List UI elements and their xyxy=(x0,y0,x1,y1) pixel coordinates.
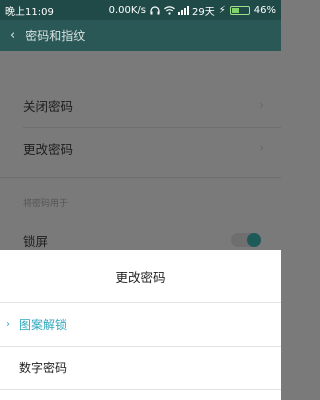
wifi-icon xyxy=(164,5,175,15)
divider xyxy=(0,177,281,178)
chevron-right-icon: › xyxy=(259,141,264,155)
divider xyxy=(0,302,281,303)
battery-icon xyxy=(229,5,250,15)
divider xyxy=(23,127,281,128)
option-label: 图案解锁 xyxy=(19,317,68,332)
bottom-sheet: 更改密码 › 图案解锁 数字密码 xyxy=(0,250,281,400)
headphone-icon xyxy=(150,5,160,15)
settings-item-label: 关闭密码 xyxy=(23,98,74,114)
battery-percent: 46% xyxy=(253,4,276,16)
signal-icon xyxy=(178,5,189,15)
chevron-right-icon: › xyxy=(259,98,264,112)
settings-item-label: 更改密码 xyxy=(23,141,74,157)
settings-item-label: 锁屏 xyxy=(23,233,49,249)
status-time: 晚上11:09 xyxy=(5,6,54,18)
option-pattern-unlock[interactable]: › 图案解锁 xyxy=(0,309,281,339)
chevron-right-icon: › xyxy=(6,318,10,330)
settings-item-change-password[interactable]: 更改密码 › xyxy=(0,133,281,163)
settings-item-disable-password[interactable]: 关闭密码 › xyxy=(0,90,281,120)
divider xyxy=(0,346,281,347)
section-label: 将密码用于 xyxy=(23,199,69,209)
option-pin-password[interactable]: 数字密码 xyxy=(0,352,281,382)
lock-screen-toggle[interactable] xyxy=(231,233,261,247)
toggle-knob xyxy=(247,233,261,247)
page-title: 密码和指纹 xyxy=(25,29,86,43)
divider xyxy=(0,389,281,390)
option-label: 数字密码 xyxy=(19,360,68,375)
status-date: 29天 xyxy=(192,6,215,18)
status-bar: 晚上11:09 0.00K/s 29天 ⚡ 46% xyxy=(0,0,281,20)
chevron-left-icon[interactable]: ‹ xyxy=(10,28,15,43)
battery-fill xyxy=(231,7,240,13)
network-speed: 0.00K/s xyxy=(108,4,146,16)
charging-icon: ⚡ xyxy=(218,4,226,16)
title-bar: ‹ 密码和指纹 xyxy=(0,20,281,51)
status-right: 0.00K/s 29天 ⚡ 46% xyxy=(109,3,276,18)
sheet-title: 更改密码 xyxy=(115,270,166,285)
